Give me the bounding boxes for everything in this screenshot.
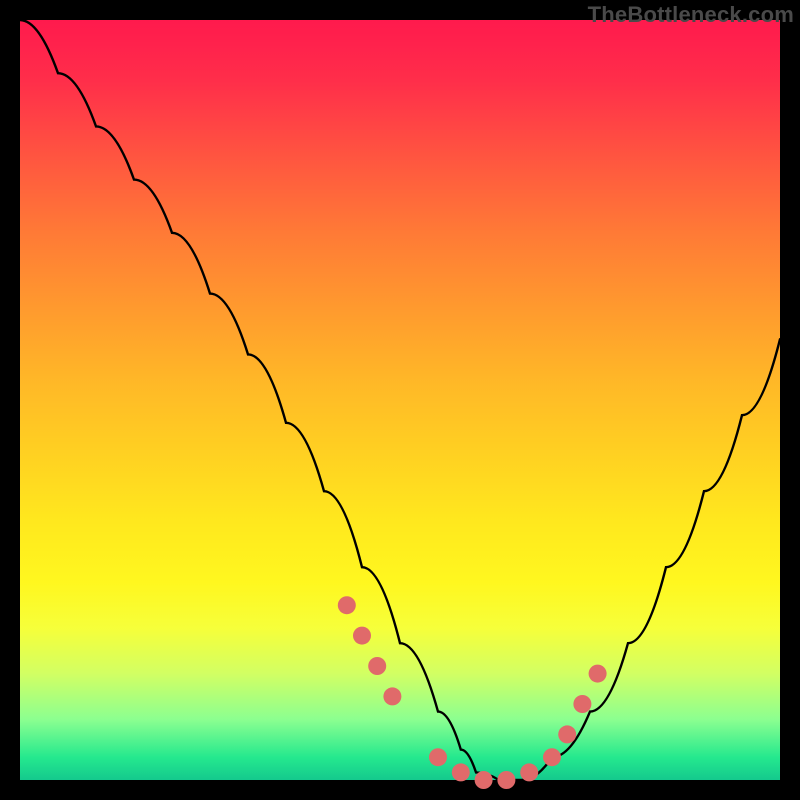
- plot-area: [20, 20, 780, 780]
- bottleneck-curve: [20, 20, 780, 780]
- highlight-dot: [520, 763, 538, 781]
- watermark-text: TheBottleneck.com: [588, 2, 794, 28]
- highlight-dot: [497, 771, 515, 789]
- highlight-dot: [543, 748, 561, 766]
- highlight-dot: [338, 596, 356, 614]
- highlight-dot: [558, 725, 576, 743]
- curve-svg: [20, 20, 780, 780]
- highlight-dot: [368, 657, 386, 675]
- highlight-dot: [429, 748, 447, 766]
- highlight-dot: [475, 771, 493, 789]
- highlight-dot: [353, 627, 371, 645]
- highlight-dot: [452, 763, 470, 781]
- highlight-dot: [573, 695, 591, 713]
- highlight-dot: [383, 687, 401, 705]
- highlight-dot: [589, 665, 607, 683]
- chart-stage: TheBottleneck.com: [0, 0, 800, 800]
